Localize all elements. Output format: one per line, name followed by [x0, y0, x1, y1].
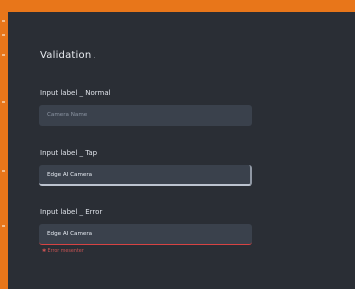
orange-frame: Validation. Input label _ Normal Camera …	[0, 0, 355, 289]
edge-mark	[2, 225, 5, 227]
edge-mark	[2, 54, 5, 56]
edge-mark	[2, 20, 5, 22]
edge-mark	[2, 170, 5, 172]
edge-camera-input-error[interactable]: Edge AI Camera	[39, 224, 252, 245]
error-input-label: Input label _ Error	[40, 208, 103, 216]
section-title-suffix: .	[93, 53, 96, 60]
section-title: Validation.	[40, 50, 96, 61]
normal-input-label: Input label _ Normal	[40, 89, 111, 97]
edge-camera-input-tap[interactable]: Edge AI Camera	[39, 165, 252, 186]
tap-input-label: Input label _ Tap	[40, 149, 98, 157]
edge-mark	[2, 101, 5, 103]
section-title-text: Validation	[40, 50, 92, 61]
camera-name-input[interactable]: Camera Name	[39, 105, 252, 126]
edge-guide-marks	[0, 0, 8, 240]
error-message: ✱ Error mesenter	[42, 249, 84, 254]
edge-mark	[2, 34, 5, 36]
